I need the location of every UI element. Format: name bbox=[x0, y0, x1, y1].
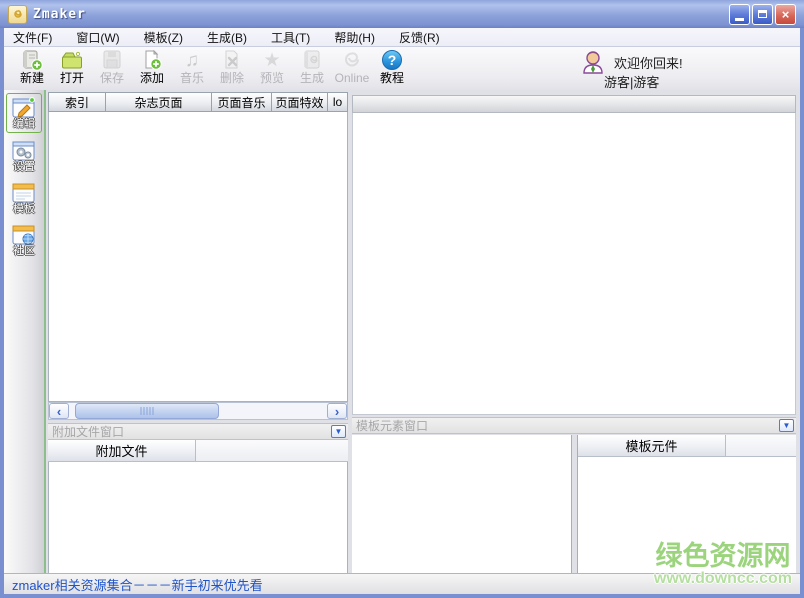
menu-template[interactable]: 模板(Z) bbox=[135, 28, 192, 47]
online-button: Online bbox=[332, 47, 372, 89]
menu-file[interactable]: 文件(F) bbox=[4, 28, 61, 47]
tab-page-music[interactable]: 页面音乐 bbox=[212, 92, 272, 112]
pages-panel: 索引 杂志页面 页面音乐 页面特效 lo ‹ › 附加文件窗口 ▼ 附加文件 bbox=[46, 90, 350, 573]
app-window: Zmaker × 文件(F) 窗口(W) 模板(Z) 生成(B) 工具(T) 帮… bbox=[0, 0, 804, 598]
attach-panel-dropdown-button[interactable]: ▼ bbox=[331, 425, 346, 438]
tab-magazine-pages[interactable]: 杂志页面 bbox=[106, 92, 212, 112]
music-icon: ♫ bbox=[180, 49, 204, 71]
tutorial-help-icon: ? bbox=[380, 49, 404, 71]
generate-book-icon bbox=[300, 49, 324, 71]
toolbar-label: 新建 bbox=[20, 71, 44, 85]
attach-files-panel-title: 附加文件窗口 bbox=[48, 423, 124, 440]
scroll-left-button[interactable]: ‹ bbox=[49, 403, 69, 419]
sidebar-item-template[interactable]: 模板 bbox=[7, 179, 41, 217]
add-button[interactable]: 添加 bbox=[132, 47, 172, 89]
sidebar-item-label: 设置 bbox=[7, 158, 41, 174]
close-icon: × bbox=[782, 8, 790, 21]
user-area: 欢迎你回来! 游客|游客 bbox=[576, 48, 786, 88]
preview-button: ★ 预览 bbox=[252, 47, 292, 89]
sidebar-item-label: 社区 bbox=[7, 242, 41, 258]
template-parts-header-row: 模板元件 bbox=[578, 435, 796, 457]
scroll-right-button[interactable]: › bbox=[327, 403, 347, 419]
generate-button: 生成 bbox=[292, 47, 332, 89]
app-logo-icon bbox=[8, 5, 27, 24]
toolbar-label: 教程 bbox=[380, 71, 404, 85]
toolbar-label: 音乐 bbox=[180, 71, 204, 85]
scrollbar-grip-icon bbox=[141, 407, 154, 415]
open-folder-icon bbox=[60, 49, 84, 71]
sidebar-item-edit[interactable]: 编辑 bbox=[6, 93, 42, 133]
template-parts-area: 模板元件 bbox=[577, 435, 796, 573]
question-icon: ? bbox=[382, 50, 402, 70]
menu-window[interactable]: 窗口(W) bbox=[67, 28, 128, 47]
attach-files-header-row: 附加文件 bbox=[48, 440, 348, 462]
tutorial-button[interactable]: ? 教程 bbox=[372, 47, 412, 89]
tab-overflow[interactable]: lo bbox=[328, 92, 348, 112]
template-preview-area[interactable] bbox=[352, 435, 572, 573]
online-spiral-icon bbox=[340, 49, 364, 71]
attach-files-panel-header: 附加文件窗口 ▼ bbox=[48, 423, 348, 440]
minimize-button[interactable] bbox=[729, 4, 750, 25]
template-panel-dropdown-button[interactable]: ▼ bbox=[779, 419, 794, 432]
sidebar-item-community[interactable]: 社区 bbox=[7, 221, 41, 259]
menu-tools[interactable]: 工具(T) bbox=[262, 28, 319, 47]
username-text: 游客|游客 bbox=[604, 72, 659, 91]
status-bar: zmaker相关资源集合－－－新手初来优先看 bbox=[4, 573, 800, 594]
user-avatar-icon bbox=[580, 49, 606, 78]
sidebar-item-label: 模板 bbox=[7, 200, 41, 216]
tab-index[interactable]: 索引 bbox=[48, 92, 106, 112]
close-button[interactable]: × bbox=[775, 4, 796, 25]
sidebar-item-settings[interactable]: 设置 bbox=[7, 137, 41, 175]
status-text: zmaker相关资源集合－－－新手初来优先看 bbox=[4, 575, 263, 594]
menu-help[interactable]: 帮助(H) bbox=[325, 28, 384, 47]
save-button: 保存 bbox=[92, 47, 132, 89]
preview-star-icon: ★ bbox=[260, 49, 284, 71]
new-button[interactable]: 新建 bbox=[12, 47, 52, 89]
delete-page-icon bbox=[220, 49, 244, 71]
menu-bar: 文件(F) 窗口(W) 模板(Z) 生成(B) 工具(T) 帮助(H) 反馈(R… bbox=[4, 28, 800, 47]
toolbar-label: 预览 bbox=[260, 71, 284, 85]
template-elements-panel: 模板元素窗口 ▼ 模板元件 bbox=[352, 90, 796, 573]
attach-files-column-header[interactable]: 附加文件 bbox=[48, 440, 196, 461]
template-parts-column-header[interactable]: 模板元件 bbox=[578, 435, 726, 456]
sidebar-item-label: 编辑 bbox=[7, 115, 41, 131]
maximize-button[interactable] bbox=[752, 4, 773, 25]
window-controls: × bbox=[729, 4, 804, 25]
horizontal-scrollbar[interactable]: ‹ › bbox=[48, 402, 348, 420]
page-list-area[interactable] bbox=[48, 112, 348, 402]
toolbar-label: 打开 bbox=[60, 71, 84, 85]
toolbar-label: 生成 bbox=[300, 71, 324, 85]
sidebar: 编辑 设置 bbox=[4, 90, 46, 573]
workspace: 编辑 设置 bbox=[4, 90, 800, 573]
save-icon bbox=[100, 49, 124, 71]
add-page-icon bbox=[140, 49, 164, 71]
scrollbar-thumb[interactable] bbox=[75, 403, 219, 419]
canvas-area[interactable] bbox=[352, 113, 796, 415]
toolbar-label: 删除 bbox=[220, 71, 244, 85]
new-doc-icon bbox=[20, 49, 44, 71]
menu-feedback[interactable]: 反馈(R) bbox=[390, 28, 449, 47]
toolbar-label: 添加 bbox=[140, 71, 164, 85]
canvas-toolbar-strip bbox=[352, 95, 796, 113]
title-bar: Zmaker × bbox=[0, 0, 804, 28]
music-button: ♫ 音乐 bbox=[172, 47, 212, 89]
window-title: Zmaker bbox=[33, 7, 86, 22]
page-tabs: 索引 杂志页面 页面音乐 页面特效 lo bbox=[48, 92, 348, 112]
template-elements-panel-header: 模板元素窗口 ▼ bbox=[352, 417, 796, 434]
toolbar-label: 保存 bbox=[100, 71, 124, 85]
tab-page-effects[interactable]: 页面特效 bbox=[272, 92, 328, 112]
maximize-icon bbox=[758, 10, 767, 18]
minimize-icon bbox=[735, 18, 744, 21]
toolbar-label: Online bbox=[335, 71, 370, 85]
template-elements-panel-title: 模板元素窗口 bbox=[352, 417, 428, 434]
welcome-text: 欢迎你回来! bbox=[614, 53, 683, 72]
open-button[interactable]: 打开 bbox=[52, 47, 92, 89]
delete-button: 删除 bbox=[212, 47, 252, 89]
menu-generate[interactable]: 生成(B) bbox=[198, 28, 256, 47]
attach-files-list[interactable] bbox=[48, 462, 348, 573]
